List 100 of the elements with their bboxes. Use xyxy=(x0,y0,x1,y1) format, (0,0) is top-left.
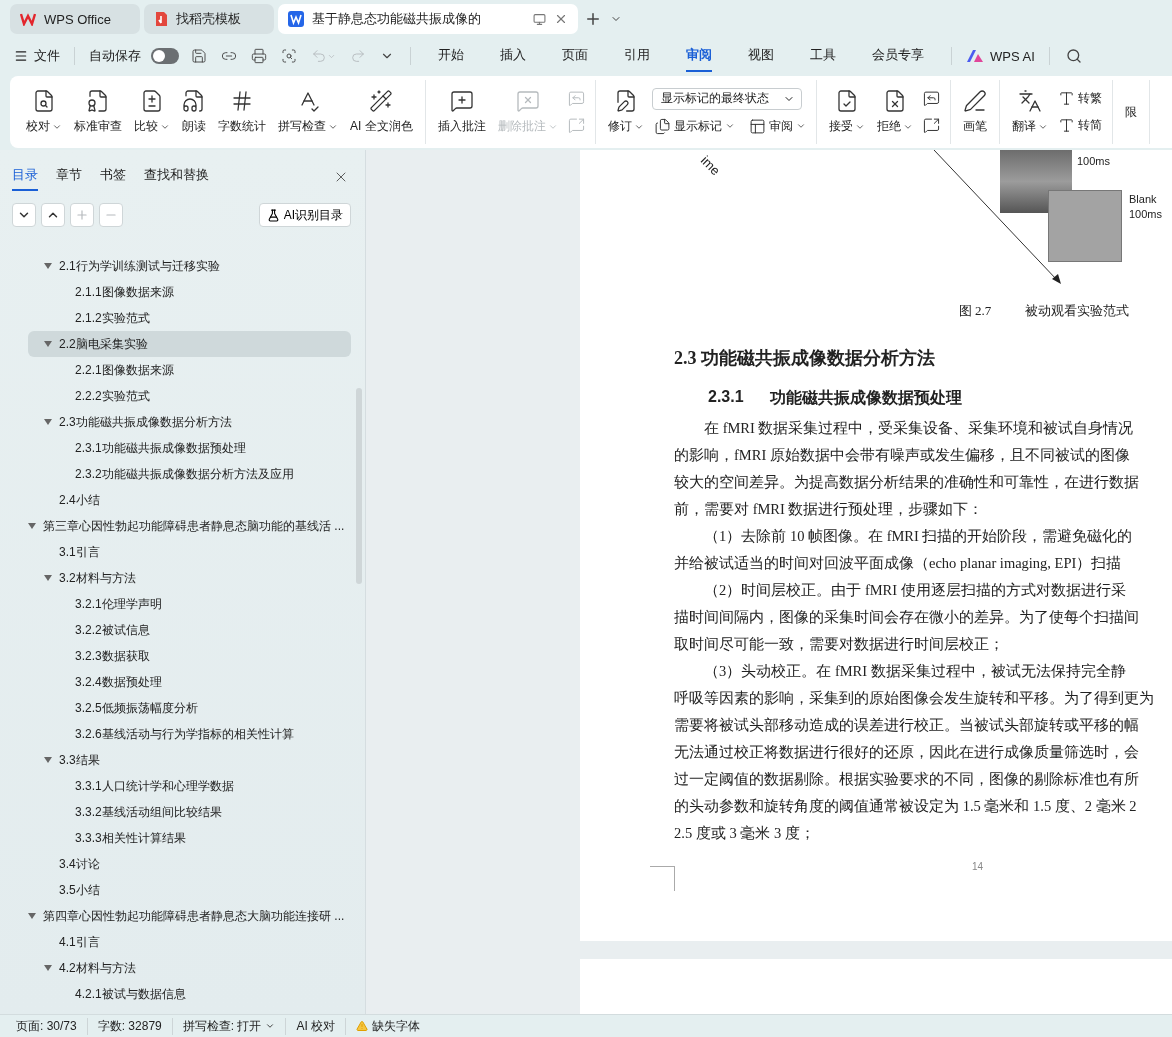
printer-icon xyxy=(251,48,267,64)
scrollbar-thumb[interactable] xyxy=(356,388,362,584)
expanded-triangle-icon[interactable] xyxy=(28,912,36,920)
ribbon-button[interactable]: 比较 xyxy=(130,85,174,139)
save-button[interactable] xyxy=(189,46,209,66)
outline-item[interactable]: 3.4讨论 xyxy=(28,851,351,877)
status-item[interactable]: AI 校对 xyxy=(286,1017,347,1035)
print-button[interactable] xyxy=(249,46,269,66)
blank-duration: 100ms xyxy=(1129,208,1163,220)
outline-item[interactable]: 3.2.5低频振荡幅度分析 xyxy=(28,695,351,721)
file-menu[interactable]: 文件 xyxy=(14,47,60,65)
status-item[interactable]: 缺失字体 xyxy=(346,1017,431,1035)
expanded-triangle-icon[interactable] xyxy=(44,262,52,270)
ribbon-button[interactable]: 转繁 xyxy=(1055,88,1104,109)
outline-item[interactable]: 3.2.6基线活动与行为学指标的相关性计算 xyxy=(28,721,351,747)
panel-tab[interactable]: 查找和替换 xyxy=(144,162,209,191)
ribbon-tab[interactable]: 审阅 xyxy=(686,40,712,72)
outline-item[interactable]: 4.1引言 xyxy=(28,929,351,955)
ribbon-button[interactable]: 修订 xyxy=(603,85,648,139)
expanded-triangle-icon[interactable] xyxy=(44,964,52,972)
close-icon[interactable] xyxy=(554,12,568,26)
print-preview-button[interactable] xyxy=(279,46,299,66)
wps-ai-button[interactable]: WPS AI xyxy=(966,48,1035,64)
outline-item[interactable]: 2.2.2实验范式 xyxy=(28,383,351,409)
outline-item[interactable]: 3.2.1伦理学声明 xyxy=(28,591,351,617)
plus-icon xyxy=(584,10,602,28)
comment-share-icon xyxy=(567,117,585,134)
expand-down-button[interactable] xyxy=(12,203,36,227)
outline-item[interactable]: 2.3.1功能磁共振成像数据预处理 xyxy=(28,435,351,461)
outline-item[interactable]: 2.1.2实验范式 xyxy=(28,305,351,331)
outline-item[interactable]: 2.3功能磁共振成像数据分析方法 xyxy=(28,409,351,435)
ribbon-tab[interactable]: 会员专享 xyxy=(872,40,924,72)
ribbon-button[interactable]: 审阅 xyxy=(746,115,808,137)
ribbon-button[interactable]: 校对 xyxy=(22,85,66,139)
outline-item[interactable]: 4.2.1被试与数据信息 xyxy=(28,981,351,1007)
markup-dropdown[interactable]: 显示标记的最终状态 xyxy=(651,87,802,110)
outline-item[interactable]: 4.2材料与方法 xyxy=(28,955,351,981)
outline-item[interactable]: 3.3.2基线活动组间比较结果 xyxy=(28,799,351,825)
outline-item[interactable]: 2.2.1图像数据来源 xyxy=(28,357,351,383)
outline-item[interactable]: 3.2.4数据预处理 xyxy=(28,669,351,695)
crop-mark xyxy=(650,866,675,891)
browser-tab[interactable]: WPS Office xyxy=(10,4,140,34)
collapse-up-button[interactable] xyxy=(41,203,65,227)
outline-item[interactable]: 2.3.2功能磁共振成像数据分析方法及应用 xyxy=(28,461,351,487)
translate-icon xyxy=(1017,89,1042,113)
outline-item[interactable]: 3.2材料与方法 xyxy=(28,565,351,591)
outline-item[interactable]: 第四章心因性勃起功能障碍患者静息态大脑功能连接研 ... xyxy=(28,903,351,929)
undo-icon xyxy=(311,48,327,64)
status-item[interactable]: 拼写检查: 打开 xyxy=(172,1017,287,1035)
outline-item[interactable]: 第三章心因性勃起功能障碍患者静息态脑功能的基线活 ... xyxy=(28,513,351,539)
expanded-triangle-icon[interactable] xyxy=(28,522,36,530)
text-line: 的头动参数和旋转角度的阈值通常被设定为 1.5 毫米和 1.5 度、2 毫米 2 xyxy=(674,797,1138,816)
ribbon-button[interactable]: 拼写检查 xyxy=(274,85,342,139)
comment-reply-icon xyxy=(567,90,585,107)
expanded-triangle-icon[interactable] xyxy=(44,418,52,426)
ribbon-button[interactable]: 限 xyxy=(1120,99,1141,125)
ribbon-button[interactable]: 标准审查 xyxy=(70,85,126,139)
outline-item[interactable]: 2.1.1图像数据来源 xyxy=(28,279,351,305)
expanded-triangle-icon[interactable] xyxy=(44,340,52,348)
autosave-toggle[interactable] xyxy=(151,48,179,64)
ribbon-tab[interactable]: 引用 xyxy=(624,40,650,72)
ribbon-button[interactable]: 显示标记 xyxy=(651,115,737,137)
text-line: 2.5 度或 3 毫米 3 度； xyxy=(674,824,816,843)
ribbon-button[interactable]: 字数统计 xyxy=(214,85,270,139)
ribbon-tab[interactable]: 视图 xyxy=(748,40,774,72)
panel-tab[interactable]: 目录 xyxy=(12,162,38,191)
panel-tab[interactable]: 书签 xyxy=(100,162,126,191)
outline-item[interactable]: 2.4小结 xyxy=(28,487,351,513)
text-line: 过一定阈值的数据剔除。根据实验要求的不同，图像的剔除标准也有所 xyxy=(674,770,1140,789)
browser-tab[interactable]: 基于静息态功能磁共振成像的 xyxy=(278,4,578,34)
ribbon-tab[interactable]: 开始 xyxy=(438,40,464,72)
ribbon-button[interactable]: 转简 xyxy=(1055,115,1104,136)
ribbon-tab[interactable]: 插入 xyxy=(500,40,526,72)
ai-outline-button[interactable]: AI识别目录 xyxy=(258,203,351,227)
outline-item[interactable]: 3.3.1人口统计学和心理学数据 xyxy=(28,773,351,799)
ribbon-button[interactable]: 画笔 xyxy=(958,85,991,139)
status-item[interactable]: 字数: 32879 xyxy=(87,1017,173,1035)
expanded-triangle-icon[interactable] xyxy=(44,756,52,764)
outline-item[interactable]: 3.3.3相关性计算结果 xyxy=(28,825,351,851)
outline-item[interactable]: 3.1引言 xyxy=(28,539,351,565)
autosave-label: 自动保存 xyxy=(89,47,141,65)
expanded-triangle-icon[interactable] xyxy=(44,574,52,582)
outline-item[interactable]: 3.2.3数据获取 xyxy=(28,643,351,669)
outline-item[interactable]: 3.2.2被试信息 xyxy=(28,617,351,643)
ribbon-button[interactable]: 拒绝 xyxy=(872,85,917,139)
ribbon-button[interactable]: 插入批注 xyxy=(433,85,490,139)
browser-tab[interactable]: 找稻壳模板 xyxy=(144,4,274,34)
outline-item[interactable]: 2.1行为学训练测试与迁移实验 xyxy=(28,253,351,279)
panel-tab[interactable]: 章节 xyxy=(56,162,82,191)
ribbon-button[interactable]: 接受 xyxy=(824,85,869,139)
ribbon-button[interactable]: 朗读 xyxy=(178,85,210,139)
outline-item[interactable]: 3.5小结 xyxy=(28,877,351,903)
ribbon-tab[interactable]: 页面 xyxy=(562,40,588,72)
ribbon-button[interactable]: 翻译 xyxy=(1007,85,1052,139)
status-item[interactable]: 页面: 30/73 xyxy=(6,1017,88,1035)
outline-item[interactable]: 3.3结果 xyxy=(28,747,351,773)
ribbon-button[interactable]: AI 全文润色 xyxy=(346,85,417,139)
magic-wand-icon xyxy=(369,89,394,113)
ribbon-tab[interactable]: 工具 xyxy=(810,40,836,72)
outline-item[interactable]: 2.2脑电采集实验 xyxy=(28,331,351,357)
